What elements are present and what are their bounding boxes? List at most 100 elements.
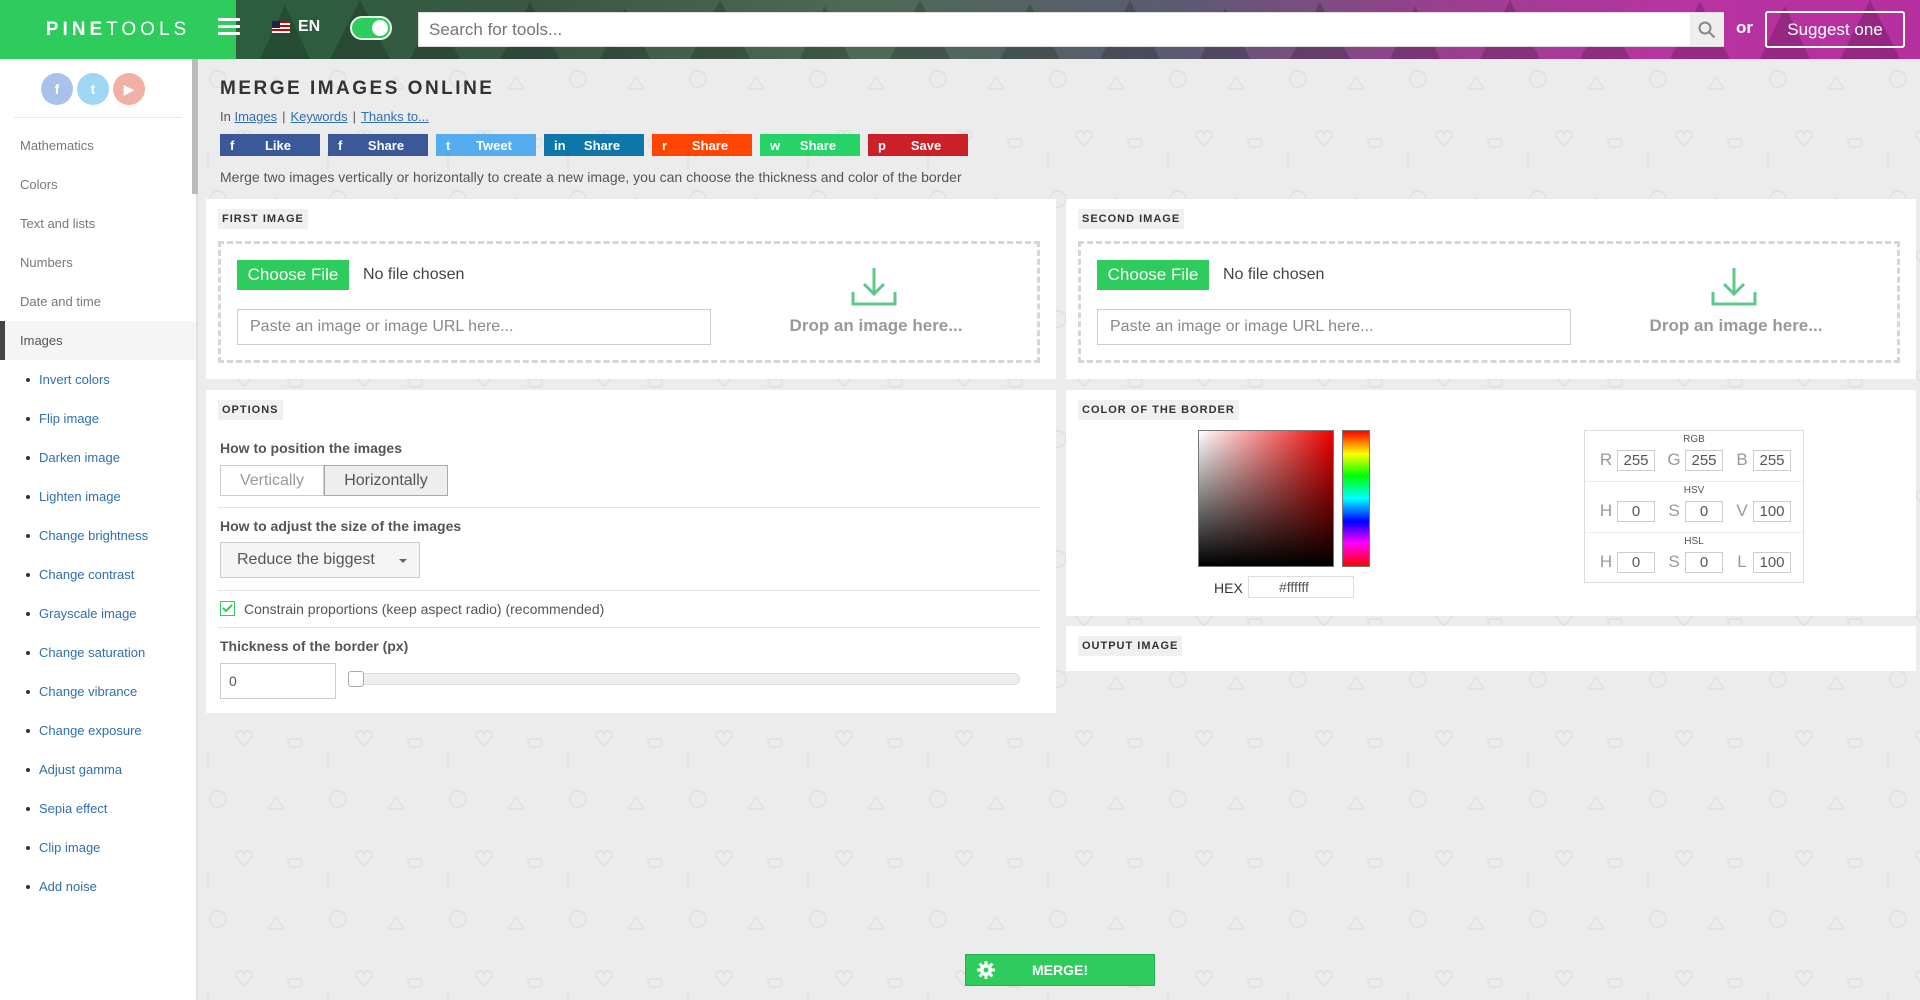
hsv-title: HSV bbox=[1683, 485, 1705, 496]
pinetools-logo[interactable]: PINE TOOLS bbox=[0, 0, 236, 59]
divider bbox=[218, 590, 1040, 591]
hsl-h-input[interactable]: 0 bbox=[1617, 552, 1655, 573]
size-select-value: Reduce the biggest bbox=[237, 551, 375, 568]
language-label: EN bbox=[298, 18, 321, 35]
twitter-tweet-button[interactable]: t Tweet bbox=[436, 134, 536, 156]
pinterest-save-button[interactable]: p Save bbox=[868, 134, 968, 156]
second-no-file-label: No file chosen bbox=[1223, 266, 1325, 283]
sidebar-category-date-and-time[interactable]: Date and time bbox=[0, 282, 196, 321]
first-image-url-input[interactable]: Paste an image or image URL here... bbox=[237, 309, 711, 345]
horizontally-option[interactable]: Horizontally bbox=[324, 465, 448, 496]
sidebar-item-change-vibrance[interactable]: Change vibrance bbox=[0, 672, 196, 711]
thickness-slider-handle[interactable] bbox=[348, 671, 364, 687]
language-selector[interactable]: EN bbox=[272, 18, 320, 36]
sidebar-item-grayscale-image[interactable]: Grayscale image bbox=[0, 594, 196, 633]
search-icon bbox=[1698, 21, 1716, 38]
sidebar: f t ▶ Mathematics Colors Text and lists Num… bbox=[0, 59, 198, 1000]
size-select[interactable]: Reduce the biggest bbox=[220, 542, 420, 578]
facebook-like-button[interactable]: f Like bbox=[220, 134, 320, 156]
sidebar-item-sepia-effect[interactable]: Sepia effect bbox=[0, 789, 196, 828]
top-header: PINETOOLS EN or Suggest one bbox=[0, 0, 1920, 59]
or-label: or bbox=[1736, 18, 1753, 37]
second-image-url-input[interactable]: Paste an image or image URL here... bbox=[1097, 309, 1571, 345]
sidebar-item-clip-image[interactable]: Clip image bbox=[0, 828, 196, 867]
download-icon bbox=[1711, 268, 1757, 306]
search-input[interactable] bbox=[419, 13, 1723, 46]
share-label: Save bbox=[910, 137, 942, 153]
page-title: MERGE IMAGES ONLINE bbox=[220, 78, 495, 99]
merge-button[interactable]: MERGE! bbox=[965, 954, 1155, 986]
first-choose-file-button[interactable]: Choose File bbox=[237, 260, 349, 290]
sidebar-item-add-noise[interactable]: Add noise bbox=[0, 867, 196, 906]
facebook-icon[interactable]: f bbox=[41, 73, 73, 105]
hsl-s-input[interactable]: 0 bbox=[1685, 552, 1723, 573]
sidebar-item-change-brightness[interactable]: Change brightness bbox=[0, 516, 196, 555]
r-input[interactable]: 255 bbox=[1617, 450, 1655, 471]
constrain-checkbox[interactable] bbox=[220, 601, 235, 616]
search-box[interactable] bbox=[418, 12, 1724, 47]
first-image-dropzone[interactable]: Choose File No file chosen Paste an imag… bbox=[218, 241, 1040, 363]
facebook-share-button[interactable]: f Share bbox=[328, 134, 428, 156]
sidebar-item-invert-colors[interactable]: Invert colors bbox=[0, 360, 196, 399]
thickness-slider[interactable] bbox=[348, 673, 1020, 685]
pinterest-icon: p bbox=[878, 137, 886, 153]
vertically-option[interactable]: Vertically bbox=[220, 465, 324, 496]
reddit-share-button[interactable]: r Share bbox=[652, 134, 752, 156]
sidebar-category-colors[interactable]: Colors bbox=[0, 165, 196, 204]
share-label: Share bbox=[367, 137, 405, 153]
hue-slider[interactable] bbox=[1342, 430, 1370, 567]
output-image-panel: OUTPUT IMAGE bbox=[1066, 626, 1916, 671]
twitter-icon: t bbox=[446, 137, 451, 153]
hsv-h-label: H bbox=[1599, 501, 1613, 520]
sidebar-item-adjust-gamma[interactable]: Adjust gamma bbox=[0, 750, 196, 789]
youtube-icon[interactable]: ▶ bbox=[113, 73, 145, 105]
suggest-button[interactable]: Suggest one bbox=[1765, 11, 1905, 48]
linkedin-share-button[interactable]: in Share bbox=[544, 134, 644, 156]
twitter-icon[interactable]: t bbox=[77, 73, 109, 105]
search-button[interactable] bbox=[1690, 13, 1724, 46]
hsv-h-input[interactable]: 0 bbox=[1617, 501, 1655, 522]
hsv-s-input[interactable]: 0 bbox=[1685, 501, 1723, 522]
second-image-dropzone[interactable]: Choose File No file chosen Paste an imag… bbox=[1078, 241, 1900, 363]
breadcrumb-images[interactable]: Images bbox=[234, 109, 277, 124]
thickness-input[interactable]: 0 bbox=[220, 663, 336, 699]
r-label: R bbox=[1599, 450, 1613, 469]
saturation-value-picker[interactable] bbox=[1198, 430, 1334, 567]
sidebar-item-lighten-image[interactable]: Lighten image bbox=[0, 477, 196, 516]
linkedin-icon: in bbox=[554, 137, 566, 153]
sidebar-item-change-contrast[interactable]: Change contrast bbox=[0, 555, 196, 594]
whatsapp-share-button[interactable]: w Share bbox=[760, 134, 860, 156]
share-buttons: f Like f Share t Tweet in Share r Share w Share p Sav… bbox=[220, 134, 968, 156]
b-input[interactable]: 255 bbox=[1753, 450, 1791, 471]
hsv-v-label: V bbox=[1736, 501, 1748, 520]
position-label: How to position the images bbox=[220, 440, 403, 456]
breadcrumb-thanks[interactable]: Thanks to... bbox=[361, 109, 429, 124]
sidebar-category-text-and-lists[interactable]: Text and lists bbox=[0, 204, 196, 243]
hsl-l-label: L bbox=[1737, 552, 1747, 571]
hsl-l-input[interactable]: 100 bbox=[1753, 552, 1791, 573]
sidebar-item-change-saturation[interactable]: Change saturation bbox=[0, 633, 196, 672]
hamburger-menu-icon[interactable] bbox=[218, 18, 240, 40]
sidebar-item-change-exposure[interactable]: Change exposure bbox=[0, 711, 196, 750]
breadcrumb-keywords[interactable]: Keywords bbox=[291, 109, 348, 124]
b-label: B bbox=[1736, 450, 1748, 469]
facebook-icon: f bbox=[338, 137, 343, 153]
second-drop-label: Drop an image here... bbox=[1649, 316, 1823, 335]
gear-icon bbox=[966, 960, 1006, 980]
second-choose-file-button[interactable]: Choose File bbox=[1097, 260, 1209, 290]
theme-toggle[interactable] bbox=[350, 16, 392, 40]
border-color-panel: COLOR OF THE BORDER HEX #ffffff RGB R 255… bbox=[1066, 390, 1916, 616]
sidebar-item-flip-image[interactable]: Flip image bbox=[0, 399, 196, 438]
color-values: RGB R 255 G 255 B 255 HSV H0 S0 V 100 HSL H0… bbox=[1584, 430, 1804, 583]
share-label: Like bbox=[264, 137, 291, 153]
sidebar-category-images[interactable]: Images bbox=[0, 321, 196, 360]
sidebar-item-darken-image[interactable]: Darken image bbox=[0, 438, 196, 477]
g-label: G bbox=[1667, 450, 1681, 469]
share-label: Share bbox=[799, 137, 837, 153]
g-input[interactable]: 255 bbox=[1685, 450, 1723, 471]
reddit-icon: r bbox=[662, 137, 668, 153]
sidebar-category-numbers[interactable]: Numbers bbox=[0, 243, 196, 282]
sidebar-category-mathematics[interactable]: Mathematics bbox=[0, 126, 196, 165]
hsv-v-input[interactable]: 100 bbox=[1753, 501, 1791, 522]
hex-input[interactable]: #ffffff bbox=[1248, 576, 1354, 598]
